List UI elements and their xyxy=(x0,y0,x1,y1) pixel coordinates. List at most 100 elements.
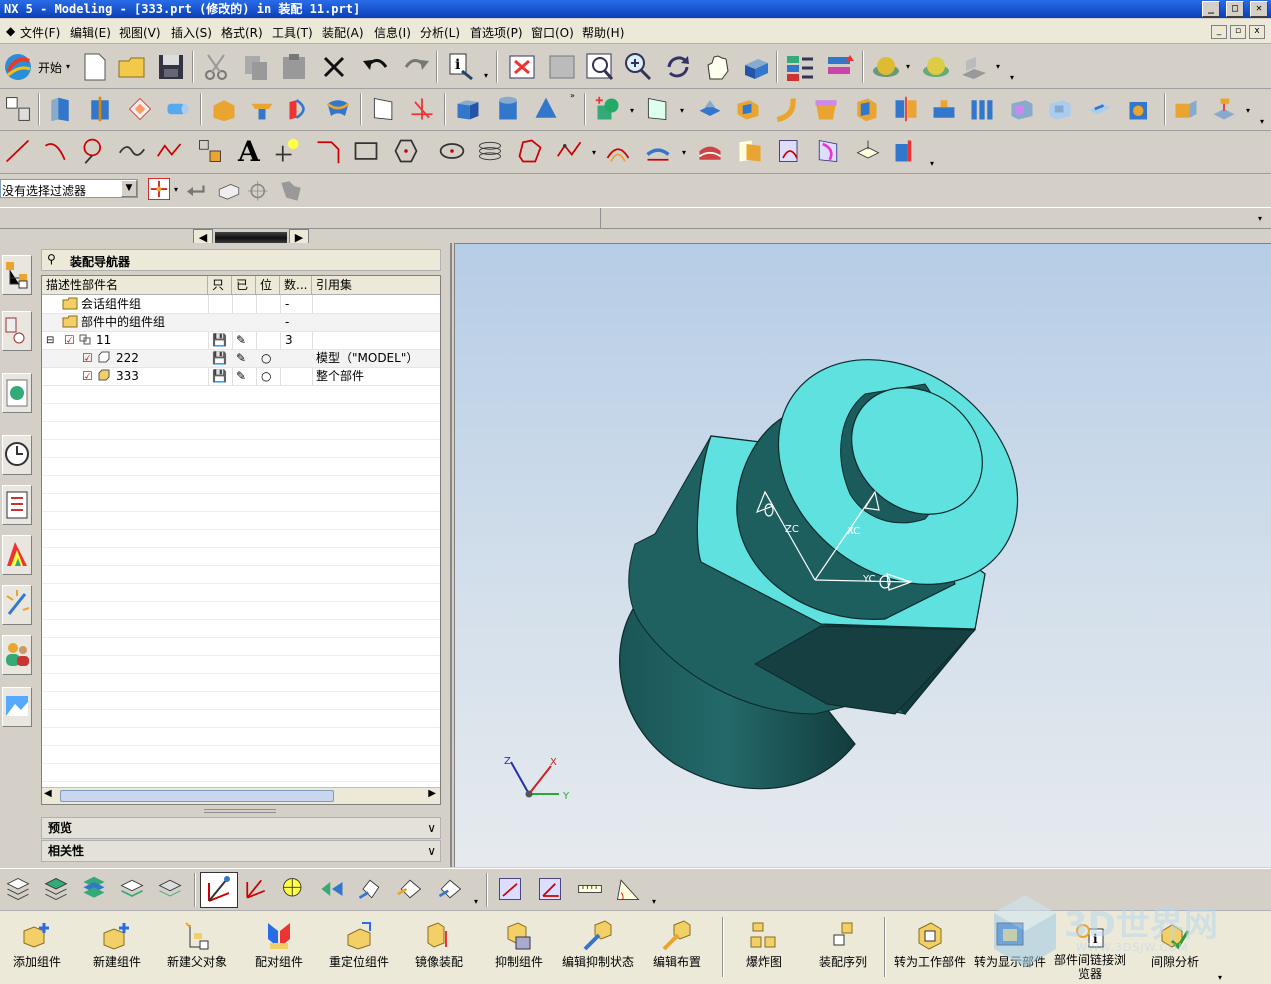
column-header-modified[interactable]: 已 xyxy=(232,276,256,295)
sweep-icon[interactable] xyxy=(772,95,800,123)
join-curve-icon[interactable] xyxy=(892,137,920,165)
table-row[interactable]: ☑ 333 💾 ✎ ○ 整个部件 xyxy=(42,368,440,386)
move-to-layer-icon[interactable] xyxy=(824,51,856,83)
info-dropdown-icon[interactable]: ▾ xyxy=(484,71,488,80)
shaded-view-icon[interactable] xyxy=(740,51,772,83)
table-row[interactable]: ☑ 222 💾 ✎ ○ 模型（"MODEL"） xyxy=(42,350,440,368)
revolve-icon[interactable] xyxy=(86,95,114,123)
cone-icon[interactable] xyxy=(532,95,560,123)
studio-spline-icon[interactable] xyxy=(156,137,184,165)
select-edge-icon[interactable] xyxy=(248,178,274,204)
chevron-down-icon[interactable]: ∨ xyxy=(427,841,436,861)
menu-view[interactable]: 视图(V) xyxy=(119,24,161,41)
chevron-down-icon[interactable]: ∨ xyxy=(427,818,436,838)
csys-constructor-icon[interactable] xyxy=(396,875,424,903)
delete-icon[interactable] xyxy=(318,51,350,83)
checkbox-checked-icon[interactable]: ☑ xyxy=(64,332,75,350)
checkbox-checked-icon[interactable]: ☑ xyxy=(82,368,93,386)
layers-stack-icon[interactable] xyxy=(80,875,108,903)
ellipse-icon[interactable] xyxy=(438,137,466,165)
collapse-icon[interactable]: ⊟ xyxy=(46,332,54,350)
minimize-button[interactable]: _ xyxy=(1202,1,1220,17)
layers-gray-icon[interactable] xyxy=(156,875,184,903)
start-label[interactable]: 开始 xyxy=(38,59,62,76)
chamfer-icon[interactable] xyxy=(248,95,276,123)
thicken-icon[interactable] xyxy=(852,95,880,123)
select-mode-button[interactable] xyxy=(200,872,238,908)
replace-face-icon[interactable] xyxy=(1172,95,1200,123)
scroll-left-icon[interactable]: ◀ xyxy=(44,788,52,799)
suppress-component-button[interactable]: 抑制组件 xyxy=(488,915,550,983)
transform-icon[interactable] xyxy=(436,875,464,903)
toolbar-options-icon[interactable]: ▾ xyxy=(474,897,478,906)
tube-icon[interactable] xyxy=(164,95,192,123)
material-sphere-icon[interactable] xyxy=(920,51,952,83)
emboss-icon[interactable] xyxy=(930,95,958,123)
fillet-curve-icon[interactable] xyxy=(314,137,342,165)
pin-icon[interactable]: ⚲ xyxy=(47,252,56,266)
layers-icon[interactable] xyxy=(4,875,32,903)
rotate-icon[interactable] xyxy=(662,51,694,83)
redo-icon[interactable] xyxy=(400,51,432,83)
system-materials-tab[interactable] xyxy=(2,535,32,575)
undo-icon[interactable] xyxy=(360,51,392,83)
column-header-name[interactable]: 描述性部件名 xyxy=(42,276,208,295)
mdi-restore-button[interactable]: ▫ xyxy=(1230,25,1246,39)
cylinder-icon[interactable] xyxy=(494,95,522,123)
measure-angle-icon[interactable] xyxy=(536,875,564,903)
feature-operation-icon[interactable] xyxy=(4,95,32,123)
menu-insert[interactable]: 插入(S) xyxy=(171,24,212,41)
sheet-dropdown-icon[interactable]: ▾ xyxy=(996,62,1000,71)
point-icon[interactable] xyxy=(274,137,302,165)
menu-info[interactable]: 信息(I) xyxy=(374,24,411,41)
column-header-refset[interactable]: 引用集 xyxy=(312,276,440,295)
snap-dropdown-icon[interactable]: ▾ xyxy=(174,185,178,194)
pan-icon[interactable] xyxy=(702,51,734,83)
table-row[interactable]: 会话组件组 - xyxy=(42,296,440,314)
block-icon[interactable] xyxy=(454,95,482,123)
mate-component-button[interactable]: 配对组件 xyxy=(248,915,310,983)
bridge-dropdown-icon[interactable]: ▾ xyxy=(682,148,686,157)
column-header-position[interactable]: 位 xyxy=(256,276,280,295)
cut-icon[interactable] xyxy=(200,51,232,83)
make-work-part-button[interactable]: 转为工作部件 xyxy=(890,915,970,983)
make-displayed-part-button[interactable]: 转为显示部件 xyxy=(970,915,1050,983)
edit-arrangement-button[interactable]: 编辑布置 xyxy=(646,915,708,983)
graphics-window[interactable]: ZC YC XC Z X Y xyxy=(454,243,1271,867)
render-sphere-icon[interactable] xyxy=(870,51,902,83)
selection-filter-dropdown[interactable]: 没有选择过滤器 ▼ xyxy=(0,179,138,198)
fit-view-icon[interactable] xyxy=(506,51,538,83)
trim-dropdown-icon[interactable]: ▾ xyxy=(680,106,684,115)
trim-body-icon[interactable] xyxy=(644,95,672,123)
boolean-unite-icon[interactable] xyxy=(594,95,622,123)
web-browser-tab[interactable] xyxy=(2,373,32,413)
zoom-region-icon[interactable] xyxy=(584,51,616,83)
arrow-return-icon[interactable] xyxy=(184,178,208,202)
paste-icon[interactable] xyxy=(278,51,310,83)
polygon-icon[interactable] xyxy=(392,137,420,165)
chevron-down-icon[interactable]: ▼ xyxy=(121,180,137,197)
column-header-readonly[interactable]: 只 xyxy=(208,276,232,295)
toolbar-options-icon[interactable]: ▾ xyxy=(1010,73,1014,82)
history-tab[interactable] xyxy=(2,435,32,475)
face-dropdown-icon[interactable]: ▾ xyxy=(1246,106,1250,115)
toolbar-options-icon[interactable]: ▾ xyxy=(652,897,656,906)
helix-icon[interactable] xyxy=(476,137,504,165)
extract-curve-icon[interactable] xyxy=(814,137,842,165)
curve-dropdown-icon[interactable]: ▾ xyxy=(592,148,596,157)
snap-point-icon[interactable] xyxy=(146,176,172,202)
clearance-analysis-button[interactable]: 间隙分析 xyxy=(1140,915,1210,983)
orient-csys-icon[interactable] xyxy=(242,875,270,903)
datum-csys-icon[interactable] xyxy=(408,95,436,123)
mdi-minimize-button[interactable]: _ xyxy=(1211,25,1227,39)
edge-blend-icon[interactable] xyxy=(210,95,238,123)
start-icon[interactable] xyxy=(2,51,34,83)
menu-analysis[interactable]: 分析(L) xyxy=(420,24,460,41)
zoom-in-out-icon[interactable] xyxy=(622,51,654,83)
layer-settings-icon[interactable] xyxy=(784,51,816,83)
copy-icon[interactable] xyxy=(240,51,272,83)
roles-tab[interactable] xyxy=(2,635,32,675)
pocket-icon[interactable] xyxy=(1046,95,1074,123)
checkbox-checked-icon[interactable]: ☑ xyxy=(82,350,93,368)
hole-icon[interactable] xyxy=(286,95,314,123)
